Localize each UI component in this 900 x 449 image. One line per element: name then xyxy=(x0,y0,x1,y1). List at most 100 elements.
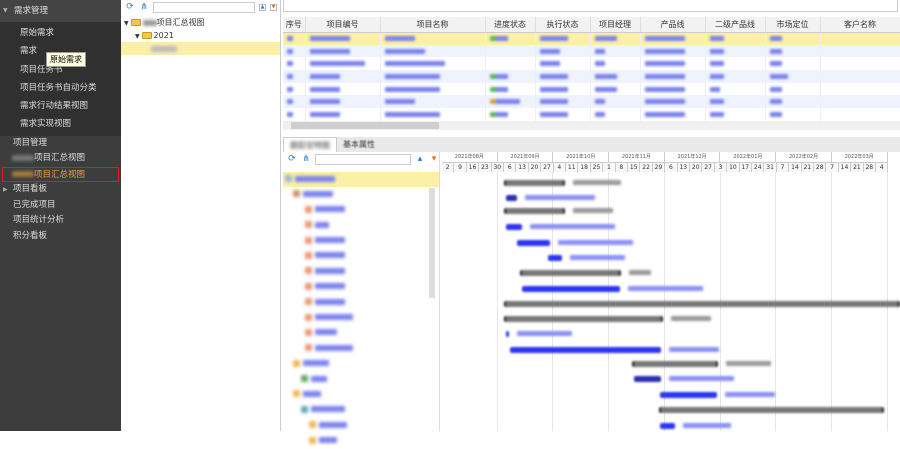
table-cell xyxy=(485,32,536,45)
menu-item[interactable]: 积分看板 xyxy=(0,229,121,245)
summary-task-bar[interactable] xyxy=(632,361,718,367)
table-row[interactable] xyxy=(283,95,900,109)
table-cell xyxy=(640,32,706,45)
task-label xyxy=(671,316,711,321)
table-row[interactable] xyxy=(283,44,900,58)
menu-item[interactable]: 项目管理 xyxy=(0,136,121,152)
table-cell xyxy=(765,70,821,83)
task-bar[interactable] xyxy=(517,240,550,246)
summary-task-bar[interactable] xyxy=(504,316,663,322)
task-node[interactable] xyxy=(283,203,439,218)
task-bar[interactable] xyxy=(660,392,717,398)
arrow-up-icon[interactable]: ▲ xyxy=(259,3,266,11)
tree-node-selected[interactable] xyxy=(121,42,280,55)
task-node[interactable] xyxy=(283,234,439,249)
tab-basic-properties[interactable]: 基本属性 xyxy=(337,137,381,152)
tree-structure-icon[interactable]: ⋔ xyxy=(139,2,149,12)
summary-task-bar[interactable] xyxy=(520,270,621,276)
menu-item-selected[interactable]: 项目汇总视图 xyxy=(2,166,119,183)
task-bar[interactable] xyxy=(506,331,509,337)
task-label xyxy=(573,180,621,185)
task-node[interactable] xyxy=(283,403,439,418)
column-header[interactable]: 二级产品线 xyxy=(705,17,766,33)
table-row[interactable] xyxy=(283,82,900,96)
menu-group-requirements[interactable]: ▼ 需求管理 xyxy=(0,0,121,22)
task-node[interactable] xyxy=(283,218,439,233)
column-header[interactable]: 产品线 xyxy=(640,17,706,33)
tree-structure-icon[interactable]: ⋔ xyxy=(301,154,311,164)
task-node[interactable] xyxy=(283,280,439,295)
table-cell xyxy=(305,44,381,58)
column-header[interactable]: 客户名称 xyxy=(820,17,900,33)
gantt-search-input[interactable] xyxy=(315,153,411,165)
table-row[interactable] xyxy=(283,108,900,121)
summary-task-bar[interactable] xyxy=(504,301,900,307)
column-header[interactable]: 项目名称 xyxy=(380,17,486,33)
task-node[interactable] xyxy=(283,434,439,449)
tab-gantt[interactable]: 跟踪甘特图 xyxy=(283,137,337,152)
menu-item[interactable]: 需求行动结果视图 xyxy=(0,97,121,115)
column-header[interactable]: 序号 xyxy=(283,17,306,33)
task-bar[interactable] xyxy=(510,347,661,353)
week-header: 21 xyxy=(801,162,814,172)
task-bar[interactable] xyxy=(522,286,620,292)
table-cell xyxy=(380,32,486,45)
menu-item[interactable]: 已完成项目 xyxy=(0,198,121,214)
task-node[interactable] xyxy=(283,372,439,387)
task-node[interactable] xyxy=(283,311,439,326)
menu-item[interactable]: 项目任务书自动分类 xyxy=(0,79,121,97)
task-node[interactable] xyxy=(283,187,439,202)
grid-line xyxy=(496,172,498,431)
week-header: 21 xyxy=(851,162,864,172)
summary-task-bar[interactable] xyxy=(504,208,565,214)
week-header: 11 xyxy=(566,162,579,172)
tree-node-year[interactable]: ▼ 2021 xyxy=(121,29,280,42)
blurred-text xyxy=(314,329,337,336)
task-node[interactable] xyxy=(283,387,439,402)
task-bar[interactable] xyxy=(634,376,661,382)
tree-node-root[interactable]: ▼ 项目汇总视图 xyxy=(121,16,280,29)
summary-task-bar[interactable] xyxy=(504,180,565,186)
task-node[interactable] xyxy=(283,249,439,264)
refresh-icon[interactable]: ⟳ xyxy=(287,154,297,164)
task-node[interactable] xyxy=(283,326,439,341)
menu-item[interactable]: 需求实现视图 xyxy=(0,115,121,133)
scrollbar-thumb[interactable] xyxy=(291,122,439,129)
task-node[interactable] xyxy=(283,172,439,188)
task-bar[interactable] xyxy=(660,423,675,429)
arrow-up-icon[interactable]: ▴ xyxy=(415,154,425,164)
column-header[interactable]: 市场定位 xyxy=(765,17,821,33)
column-header[interactable]: 执行状态 xyxy=(535,17,591,33)
horizontal-scrollbar[interactable] xyxy=(283,121,900,130)
menu-item[interactable]: 项目汇总视图 xyxy=(0,151,121,167)
task-bar[interactable] xyxy=(506,195,517,201)
column-header[interactable]: 项目经理 xyxy=(590,17,641,33)
table-row[interactable] xyxy=(283,57,900,71)
column-header[interactable]: 进度状态 xyxy=(485,17,536,33)
vertical-scrollbar[interactable] xyxy=(429,188,435,298)
task-node[interactable] xyxy=(283,264,439,279)
task-node[interactable] xyxy=(283,418,439,433)
task-node[interactable] xyxy=(283,357,439,372)
task-node[interactable] xyxy=(283,295,439,310)
task-bar[interactable] xyxy=(548,255,562,261)
search-input[interactable] xyxy=(283,0,898,12)
table-row[interactable] xyxy=(283,70,900,83)
task-bar[interactable] xyxy=(506,224,522,230)
arrow-down-icon[interactable]: ▾ xyxy=(429,154,439,164)
menu-item[interactable]: 原始需求 xyxy=(0,24,121,42)
column-header[interactable]: 项目编号 xyxy=(305,17,381,33)
summary-task-bar[interactable] xyxy=(659,407,884,413)
arrow-down-icon[interactable]: ▼ xyxy=(270,3,277,11)
week-header: 22 xyxy=(640,162,653,172)
table-cell xyxy=(640,108,706,121)
refresh-icon[interactable]: ⟳ xyxy=(125,2,135,12)
task-node[interactable] xyxy=(283,341,439,356)
menu-item-project-board[interactable]: ▶ 项目看板 xyxy=(0,182,121,198)
tree-search-input[interactable] xyxy=(153,1,255,13)
week-header: 2 xyxy=(442,162,455,172)
table-row[interactable] xyxy=(283,32,900,45)
table-cell xyxy=(380,95,486,109)
table-cell xyxy=(283,108,306,121)
menu-item[interactable]: 项目统计分析 xyxy=(0,213,121,229)
